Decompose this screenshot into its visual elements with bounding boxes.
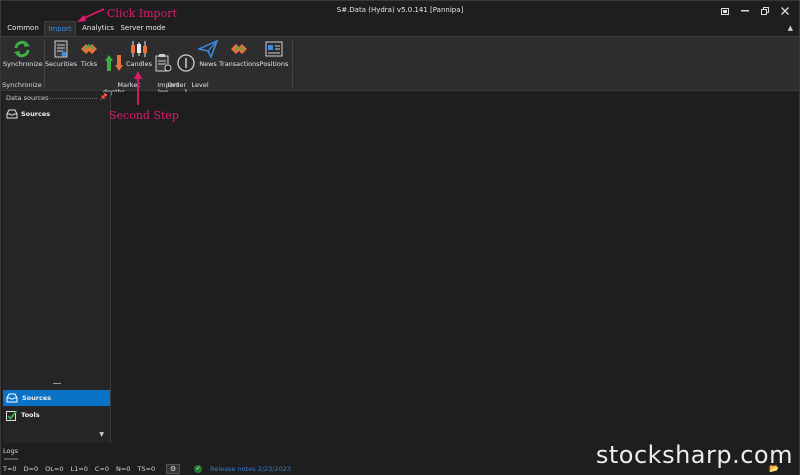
annotation-second-step: Second Step	[109, 109, 179, 122]
app-window: S#.Data (Hydra) v5.0.141 [Pannipa] Commo…	[0, 0, 800, 475]
annotation-click-import: Click Import	[107, 7, 177, 20]
annotation-arrows	[77, 8, 142, 105]
watermark-text: stocksharp.com	[595, 441, 793, 469]
